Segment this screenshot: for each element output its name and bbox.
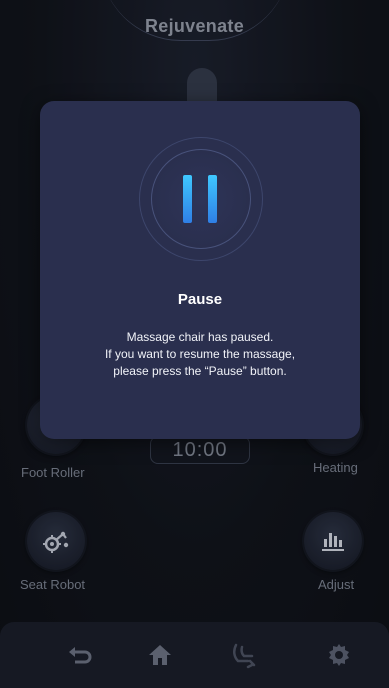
pause-icon-bar-right[interactable] bbox=[208, 175, 217, 223]
pause-ring-inner bbox=[151, 149, 251, 249]
dialog-title: Pause bbox=[177, 291, 223, 308]
dialog-message: Massage chair has paused. If you want to… bbox=[50, 329, 350, 380]
pause-icon[interactable] bbox=[183, 175, 192, 223]
dialog-message-line: please press the “Pause” button. bbox=[113, 364, 287, 378]
dialog-message-line: Massage chair has paused. bbox=[126, 330, 274, 344]
pause-dialog: Pause Massage chair has paused. If you w… bbox=[40, 101, 360, 439]
dialog-message-line: If you want to resume the massage, bbox=[104, 347, 296, 361]
